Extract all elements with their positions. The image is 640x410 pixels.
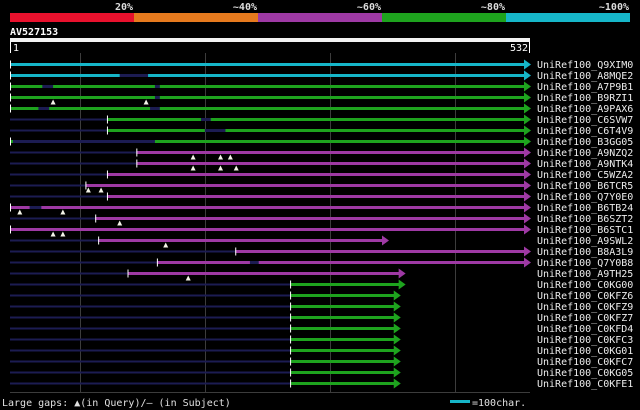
hit-label: UniRef100_C0KFC3 <box>537 335 633 346</box>
hit-label: UniRef100_Q7Y0B8 <box>537 258 633 269</box>
hit-label: UniRef100_C5WZA2 <box>537 170 633 181</box>
legend-swatch <box>382 13 506 22</box>
ruler-start-label: 1 <box>13 43 19 54</box>
legend-swatch <box>134 13 258 22</box>
legend-label: ~40% <box>233 2 257 13</box>
hit-label: UniRef100_C0KFZ6 <box>537 291 633 302</box>
hit-label: UniRef100_B6TB24 <box>537 203 633 214</box>
scale-bar <box>450 400 470 403</box>
alignment-overview-image: 20% ~40% ~60% ~80% ~100% AV527153 1 532 UniR… <box>0 0 640 410</box>
legend-label: ~80% <box>481 2 505 13</box>
hit-label: UniRef100_Q9XIM0 <box>537 60 633 71</box>
hit-label: UniRef100_C0KG01 <box>537 346 633 357</box>
query-bar <box>10 38 530 42</box>
hit-label: UniRef100_B9RZI1 <box>537 93 633 104</box>
legend-label: 20% <box>115 2 133 13</box>
hit-label: UniRef100_C0KG05 <box>537 368 633 379</box>
scale-label: =100char. <box>472 398 526 409</box>
alignment-overview: 20% ~40% ~60% ~80% ~100% AV527153 1 532 UniR… <box>0 0 640 410</box>
legend-swatch <box>258 13 382 22</box>
hit-label: UniRef100_C0KFZ9 <box>537 302 633 313</box>
hit-label: UniRef100_B3GG05 <box>537 137 633 148</box>
hit-label: UniRef100_A9PAX6 <box>537 104 633 115</box>
hit-label: UniRef100_C0KG00 <box>537 280 633 291</box>
legend-swatch <box>10 13 134 22</box>
hit-label: UniRef100_C0KFD4 <box>537 324 633 335</box>
hit-label: UniRef100_A9NZQ2 <box>537 148 633 159</box>
hit-label: UniRef100_A9SWL2 <box>537 236 633 247</box>
query-id: AV527153 <box>10 27 58 38</box>
hit-label: UniRef100_C6T4V9 <box>537 126 633 137</box>
hit-label: UniRef100_A7P9B1 <box>537 82 633 93</box>
hit-label: UniRef100_C0KFC7 <box>537 357 633 368</box>
legend-swatch <box>506 13 630 22</box>
hit-label: UniRef100_A8MQE2 <box>537 71 633 82</box>
hit-label: UniRef100_C0KFE1 <box>537 379 633 390</box>
hit-label: UniRef100_C6SVW7 <box>537 115 633 126</box>
legend-label: ~100% <box>599 2 629 13</box>
hit-label: UniRef100_B6TCR5 <box>537 181 633 192</box>
gap-legend-text: Large gaps: ▲(in Query)/– (in Subject) <box>2 398 231 409</box>
hit-label: UniRef100_B6STC1 <box>537 225 633 236</box>
hit-label: UniRef100_A9NTK4 <box>537 159 633 170</box>
hit-label: UniRef100_C0KFZ7 <box>537 313 633 324</box>
ruler-end-label: 532 <box>510 43 528 54</box>
hit-label: UniRef100_A9TH25 <box>537 269 633 280</box>
hit-label: UniRef100_B6SZT2 <box>537 214 633 225</box>
hit-label: UniRef100_B8A3L9 <box>537 247 633 258</box>
hit-label: UniRef100_Q7Y0E0 <box>537 192 633 203</box>
legend-label: ~60% <box>357 2 381 13</box>
